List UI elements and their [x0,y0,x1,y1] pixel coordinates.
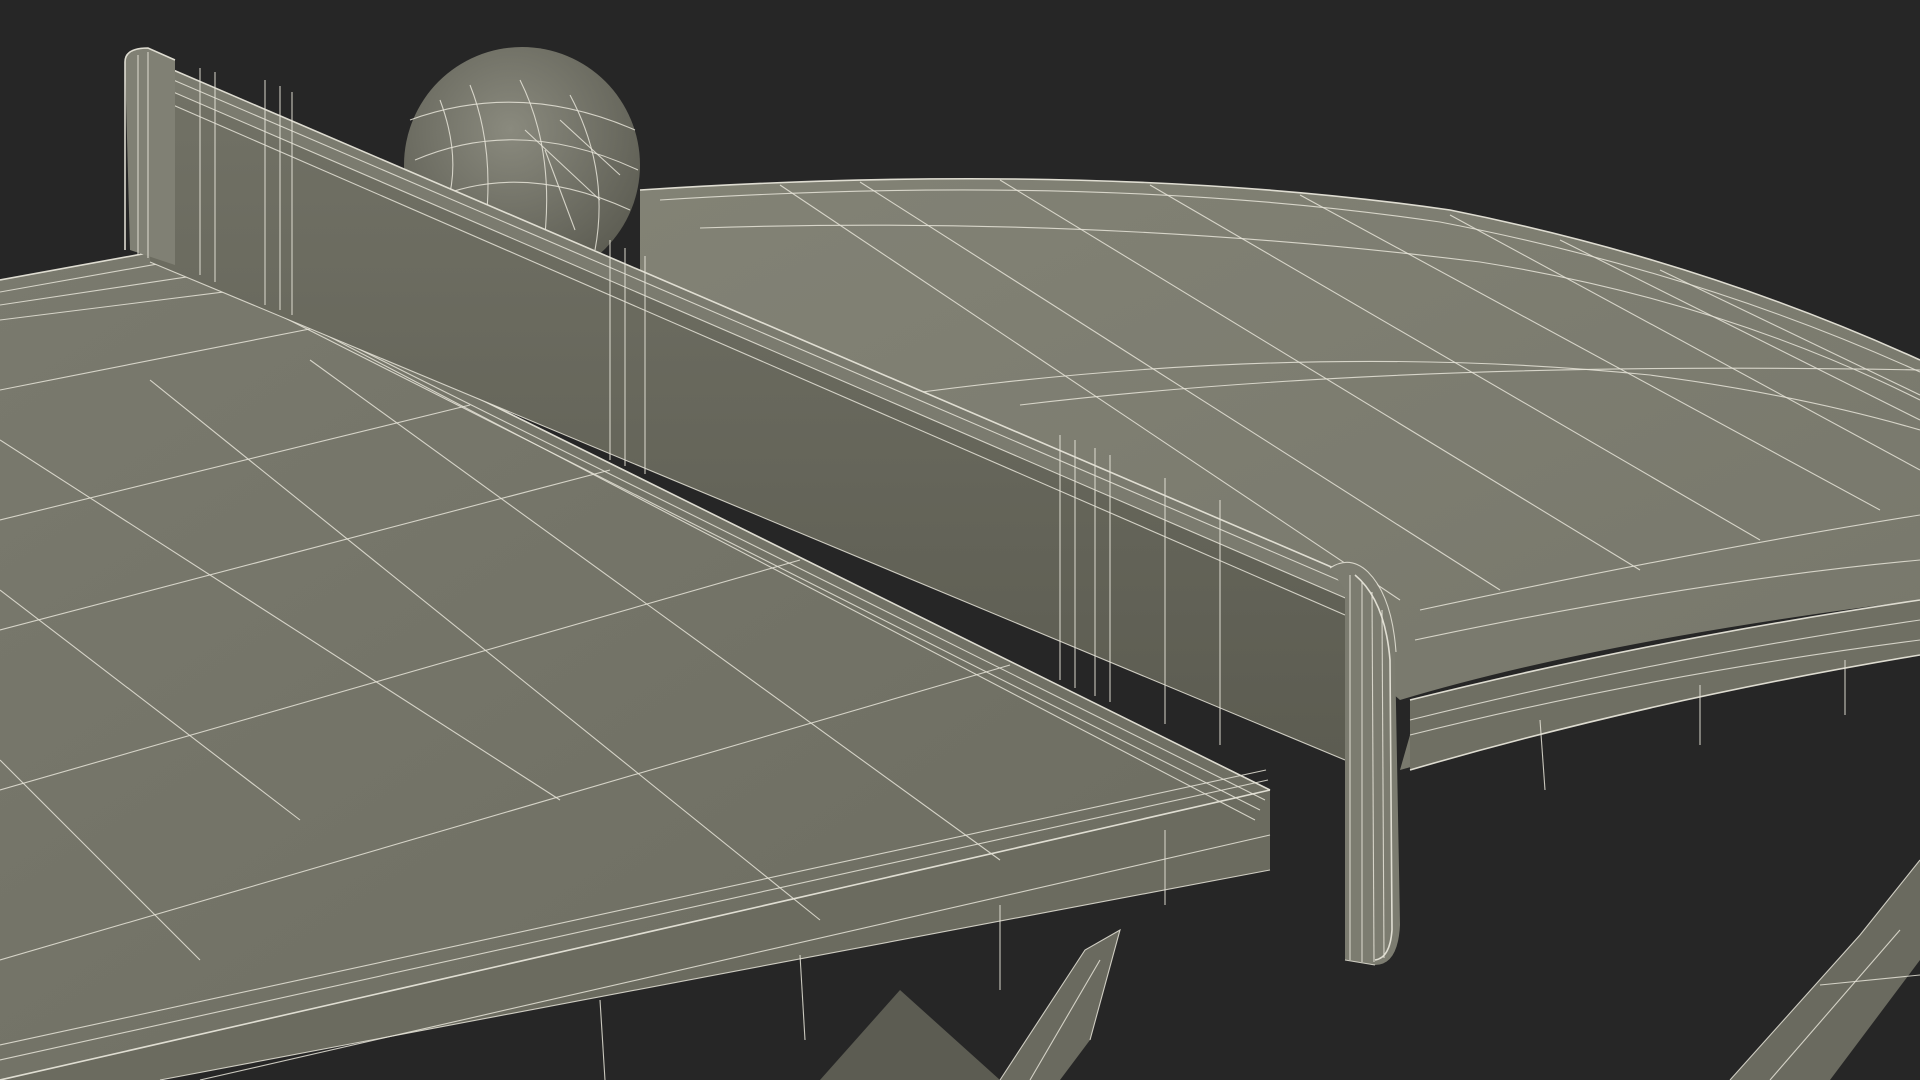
render-viewport [0,0,1920,1080]
